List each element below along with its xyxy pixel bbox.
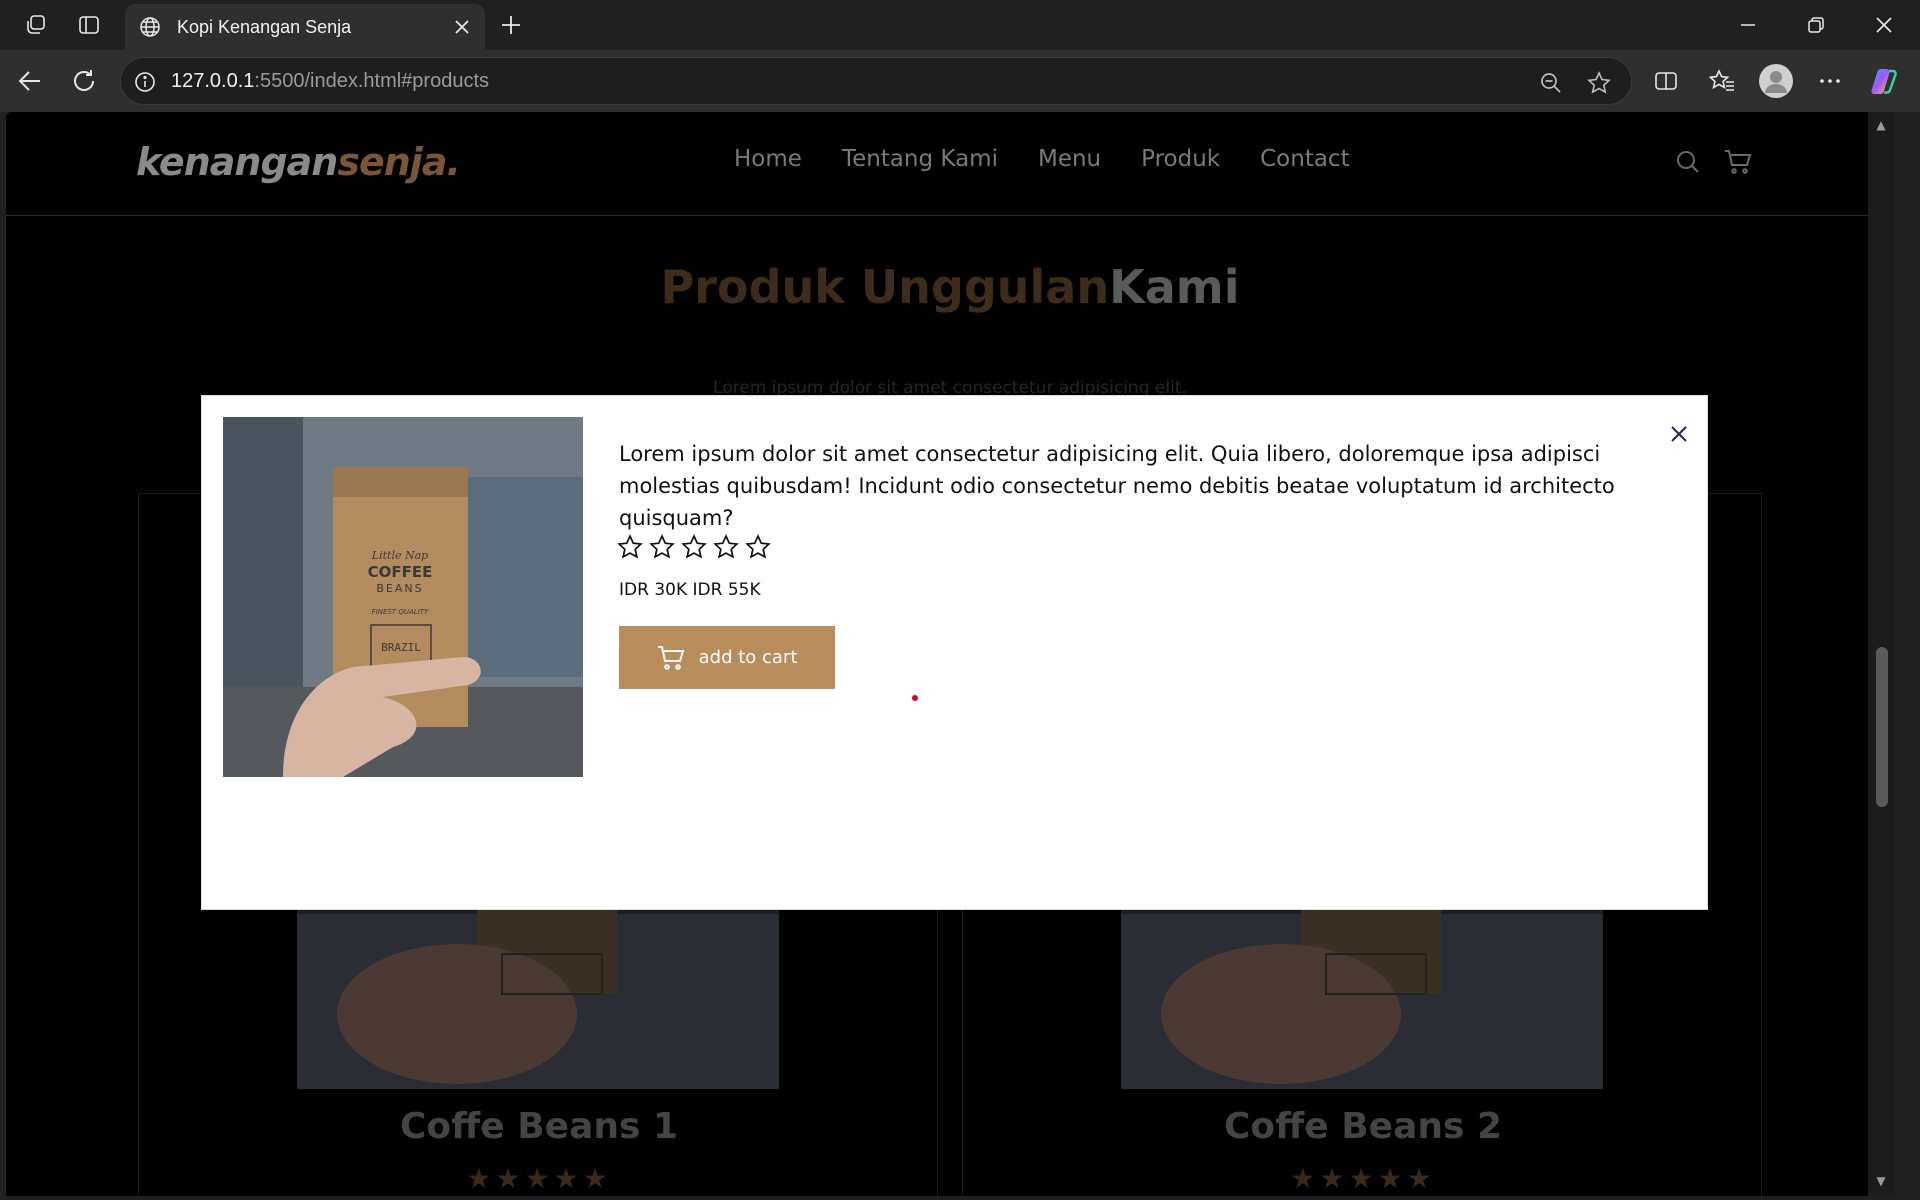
search-icon[interactable] xyxy=(1672,146,1704,178)
site-menu: Home Tentang Kami Menu Produk Contact xyxy=(734,146,1350,172)
product-description: Lorem ipsum dolor sit amet consectetur a… xyxy=(619,442,1615,530)
product-price: IDR 30K IDR 55K xyxy=(619,580,761,600)
zoom-out-icon[interactable] xyxy=(1536,68,1566,98)
tab-title: Kopi Kenangan Senja xyxy=(177,16,352,37)
star-icon xyxy=(745,534,771,559)
workspaces-icon[interactable] xyxy=(20,9,52,41)
bag-sub-text: BEANS xyxy=(376,582,423,595)
favorite-star-icon[interactable] xyxy=(1584,68,1614,98)
globe-icon xyxy=(137,14,163,40)
bag-title-text: COFFEE xyxy=(368,563,433,581)
product-rating: ★★★★★ xyxy=(1290,1162,1436,1195)
product-name: Coffe Beans 1 xyxy=(399,1106,679,1147)
bag-quality-text: FINEST QUALITY xyxy=(372,608,429,616)
favorites-icon[interactable] xyxy=(1704,63,1740,99)
menu-contact[interactable]: Contact xyxy=(1260,146,1349,172)
url-path: :5500/index.html#products xyxy=(254,70,490,92)
site-logo[interactable]: kenangansenja. xyxy=(136,140,461,184)
url-text[interactable]: 127.0.0.1:5500/index.html#products xyxy=(171,70,489,93)
scroll-down-icon[interactable]: ▼ xyxy=(1874,1174,1888,1188)
reload-icon[interactable] xyxy=(66,63,102,99)
menu-menu[interactable]: Menu xyxy=(1038,146,1101,172)
scroll-thumb[interactable] xyxy=(1876,647,1888,807)
menu-tentang-kami[interactable]: Tentang Kami xyxy=(842,146,998,172)
restore-icon[interactable] xyxy=(1788,0,1844,50)
tab-active[interactable]: Kopi Kenangan Senja xyxy=(125,4,485,50)
indicator-dot xyxy=(912,695,918,701)
star-icon xyxy=(649,534,675,559)
new-tab-icon[interactable] xyxy=(495,9,527,41)
scroll-up-icon[interactable]: ▲ xyxy=(1874,118,1888,132)
cart-icon[interactable] xyxy=(1722,146,1754,178)
section-title: Produk UnggulanKami xyxy=(6,260,1894,314)
logo-main: kenangan xyxy=(136,140,338,184)
add-to-cart-label: add to cart xyxy=(698,647,798,668)
close-window-icon[interactable] xyxy=(1856,0,1912,50)
browser-window: Kopi Kenangan Senja 127.0.0.1:5500/index… xyxy=(0,0,1920,1200)
section-title-accent: Produk Unggulan xyxy=(660,260,1110,314)
back-icon[interactable] xyxy=(12,63,48,99)
modal-product-image: Little Nap COFFEE BEANS FINEST QUALITY B… xyxy=(223,417,583,777)
star-icon xyxy=(713,534,739,559)
section-title-rest: Kami xyxy=(1109,260,1240,314)
address-bar[interactable]: 127.0.0.1:5500/index.html#products xyxy=(120,57,1632,105)
more-options-icon[interactable] xyxy=(1812,63,1848,99)
split-screen-icon[interactable] xyxy=(1648,63,1684,99)
star-icon xyxy=(681,534,707,559)
cart-icon xyxy=(657,645,684,670)
tab-strip: Kopi Kenangan Senja xyxy=(0,0,1920,50)
product-name: Coffe Beans 2 xyxy=(1223,1106,1503,1147)
close-tab-icon[interactable] xyxy=(449,14,475,40)
star-icon xyxy=(617,534,643,559)
page-scrollbar[interactable]: ▲ ▼ xyxy=(1868,112,1894,1196)
site-navbar: kenangansenja. Home Tentang Kami Menu Pr… xyxy=(6,112,1894,216)
url-host: 127.0.0.1 xyxy=(171,70,255,92)
menu-produk[interactable]: Produk xyxy=(1141,146,1220,172)
product-detail-modal: Little Nap COFFEE BEANS FINEST QUALITY B… xyxy=(201,395,1708,910)
bag-origin-text: BRAZIL xyxy=(381,641,421,654)
tab-actions-icon[interactable] xyxy=(73,9,105,41)
logo-accent: senja. xyxy=(337,140,461,184)
site-info-icon[interactable] xyxy=(131,68,159,96)
add-to-cart-button[interactable]: add to cart xyxy=(619,626,835,689)
bag-brand-text: Little Nap xyxy=(371,549,428,562)
product-rating: ★★★★★ xyxy=(466,1162,612,1195)
page-content: kenangansenja. Home Tentang Kami Menu Pr… xyxy=(6,112,1894,1196)
modal-rating xyxy=(617,534,771,560)
copilot-icon[interactable] xyxy=(1866,63,1902,99)
profile-avatar-icon[interactable] xyxy=(1758,63,1794,99)
web-viewport: kenangansenja. Home Tentang Kami Menu Pr… xyxy=(6,112,1894,1196)
menu-home[interactable]: Home xyxy=(734,146,802,172)
minimize-icon[interactable] xyxy=(1720,0,1776,50)
browser-toolbar: 127.0.0.1:5500/index.html#products xyxy=(0,50,1920,112)
